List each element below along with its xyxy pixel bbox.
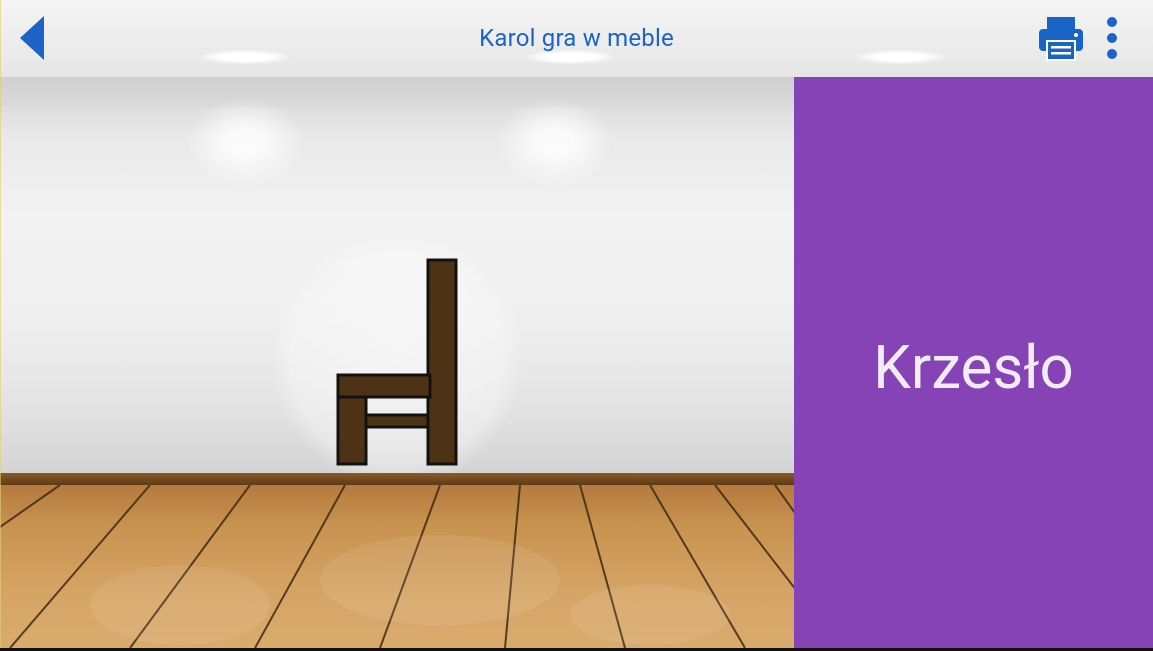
- ceiling-lamp: [855, 50, 945, 64]
- object-name-label: Krzesło: [873, 332, 1074, 403]
- word-card[interactable]: Krzesło: [794, 77, 1153, 648]
- printer-icon: [1039, 17, 1083, 61]
- baseboard: [0, 473, 794, 485]
- chair-icon: [336, 258, 458, 466]
- wall-light: [495, 97, 615, 187]
- print-button[interactable]: [1036, 14, 1086, 64]
- wooden-floor: [0, 485, 794, 648]
- screen-edge: [0, 0, 1, 648]
- ceiling-lamp: [200, 50, 290, 64]
- more-vert-icon: [1107, 17, 1117, 59]
- wall-light: [185, 97, 305, 187]
- ceiling: [0, 77, 794, 107]
- room-scene: [0, 77, 794, 648]
- top-app-bar: Karol gra w meble: [0, 0, 1153, 78]
- page-title: Karol gra w meble: [479, 24, 674, 52]
- ceiling-lamp: [525, 50, 615, 64]
- more-options-button[interactable]: [1098, 12, 1126, 66]
- floor-planks: [0, 485, 794, 648]
